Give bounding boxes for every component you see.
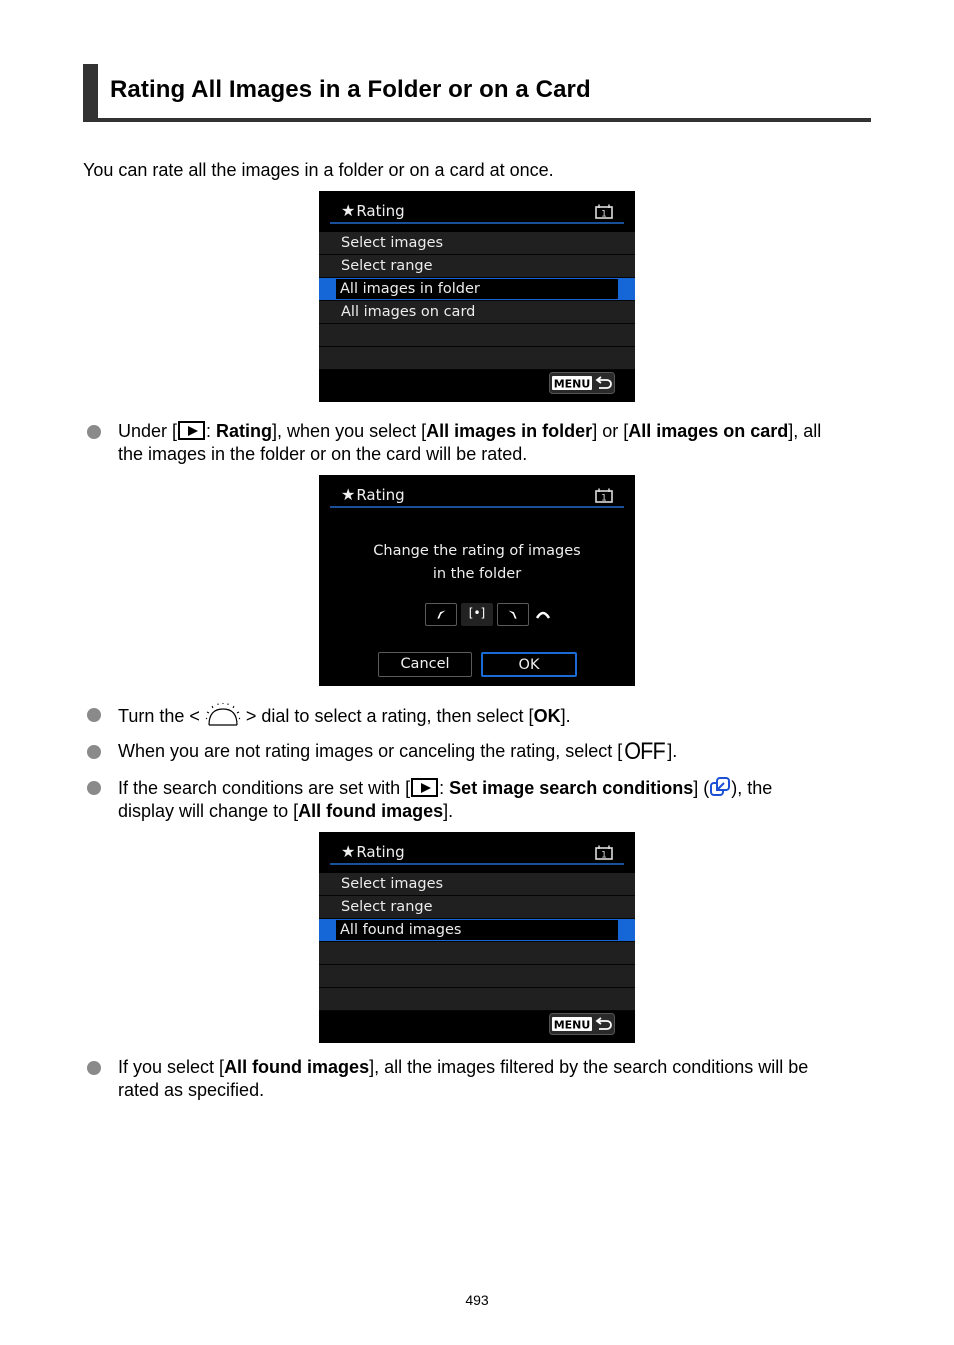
main-dial-icon xyxy=(205,703,241,726)
cancel-button[interactable]: Cancel xyxy=(378,652,472,677)
text: If the search conditions are set with [ xyxy=(118,778,411,798)
svg-text:MENU: MENU xyxy=(554,378,591,391)
text: If you select [ xyxy=(118,1057,225,1077)
title-divider xyxy=(330,222,624,224)
rating-current-value: [•] xyxy=(461,603,493,626)
menu-back-button[interactable]: MENU xyxy=(549,372,615,394)
bullet-dot xyxy=(87,781,101,795)
playback-icon xyxy=(178,421,206,440)
star-icon: ★ xyxy=(341,201,356,220)
cross-reference-link-icon[interactable] xyxy=(709,776,731,798)
bullet-dot xyxy=(87,425,101,439)
section-heading: Rating All Images in a Folder or on a Ca… xyxy=(83,64,871,122)
star-icon: ★ xyxy=(341,485,356,504)
text: ], when you select [ xyxy=(272,421,427,441)
message-line: in the folder xyxy=(432,566,522,582)
menu-item-empty xyxy=(319,942,635,965)
off-setting-icon: OFF xyxy=(624,738,666,765)
menu-item-empty xyxy=(319,324,635,347)
menu-item-all-found-images[interactable]: All found images xyxy=(319,919,635,942)
text: ), the xyxy=(731,778,773,798)
text: ]. xyxy=(560,706,571,726)
bold-text: All found images xyxy=(224,1057,370,1077)
svg-text:1: 1 xyxy=(601,494,607,504)
bullet-dot xyxy=(87,708,101,722)
menu-item-all-images-on-card[interactable]: All images on card xyxy=(319,301,635,324)
menu-item-label: All found images xyxy=(336,920,618,940)
menu-back-button[interactable]: MENU xyxy=(549,1013,615,1035)
text: > dial to select a rating, then select [ xyxy=(240,706,534,726)
rating-increase-button[interactable] xyxy=(497,603,529,626)
text: Under [ xyxy=(118,421,178,441)
bold-text: Rating xyxy=(216,421,273,441)
bullet-dot xyxy=(87,745,101,759)
rating-selector: [•] xyxy=(425,603,565,627)
playback-tab-icon: 1 xyxy=(595,204,613,219)
menu-item-label: All images in folder xyxy=(336,279,618,299)
menu-item-all-images-in-folder[interactable]: All images in folder xyxy=(319,278,635,301)
text: : xyxy=(439,778,450,798)
text: ]. xyxy=(667,741,678,761)
text: Turn the < xyxy=(118,706,205,726)
text: ], all the images filtered by the search… xyxy=(369,1057,809,1077)
menu-item-empty xyxy=(319,988,635,1011)
ok-button[interactable]: OK xyxy=(481,652,577,677)
menu-item-select-images[interactable]: Select images xyxy=(319,873,635,896)
message-line: Change the rating of images xyxy=(373,543,581,559)
rating-menu: Select images Select range All found ima… xyxy=(319,873,635,1011)
svg-text:1: 1 xyxy=(601,851,607,861)
confirm-message: Change the rating of images in the folde… xyxy=(319,540,635,586)
bold-text: OK xyxy=(533,706,561,726)
page-number: 493 xyxy=(465,1292,489,1308)
menu-item-select-range[interactable]: Select range xyxy=(319,255,635,278)
text: rated as specified. xyxy=(118,1080,265,1100)
text: ]. xyxy=(443,801,454,821)
text: ], all xyxy=(788,421,822,441)
text: ] ( xyxy=(693,778,710,798)
text: When you are not rating images or cancel… xyxy=(118,741,623,761)
bold-text: All found images xyxy=(298,801,444,821)
playback-tab-icon: 1 xyxy=(595,488,613,503)
rating-decrease-button[interactable] xyxy=(425,603,457,626)
camera-screen-rating-menu: ★Rating 1 Select images Select range All… xyxy=(319,191,635,402)
menu-item-select-images[interactable]: Select images xyxy=(319,232,635,255)
screen-title: ★Rating xyxy=(341,842,405,861)
title-divider xyxy=(330,863,624,865)
rating-menu: Select images Select range All images in… xyxy=(319,232,635,370)
playback-tab-icon: 1 xyxy=(595,845,613,860)
screen-title: ★Rating xyxy=(341,201,405,220)
menu-item-select-range[interactable]: Select range xyxy=(319,896,635,919)
bullet-dot xyxy=(87,1061,101,1075)
intro-text: You can rate all the images in a folder … xyxy=(83,160,554,180)
screen-title: ★Rating xyxy=(341,485,405,504)
star-icon: ★ xyxy=(341,842,356,861)
bold-text: Set image search conditions xyxy=(449,778,694,798)
text: the images in the folder or on the card … xyxy=(118,444,528,464)
svg-text:1: 1 xyxy=(601,210,607,220)
svg-text:MENU: MENU xyxy=(554,1019,591,1032)
camera-screen-confirm-rating: ★Rating 1 Change the rating of images in… xyxy=(319,475,635,686)
text: display will change to [ xyxy=(118,801,299,821)
camera-screen-rating-menu-search: ★Rating 1 Select images Select range All… xyxy=(319,832,635,1043)
bold-text: All images in folder xyxy=(426,421,593,441)
playback-icon xyxy=(411,778,439,797)
title-divider xyxy=(330,506,624,508)
dial-arc-icon xyxy=(535,611,551,619)
text: : xyxy=(206,421,217,441)
text: ] or [ xyxy=(592,421,629,441)
menu-item-empty xyxy=(319,347,635,370)
bold-text: All images on card xyxy=(628,421,789,441)
menu-item-empty xyxy=(319,965,635,988)
page-title: Rating All Images in a Folder or on a Ca… xyxy=(110,76,591,103)
